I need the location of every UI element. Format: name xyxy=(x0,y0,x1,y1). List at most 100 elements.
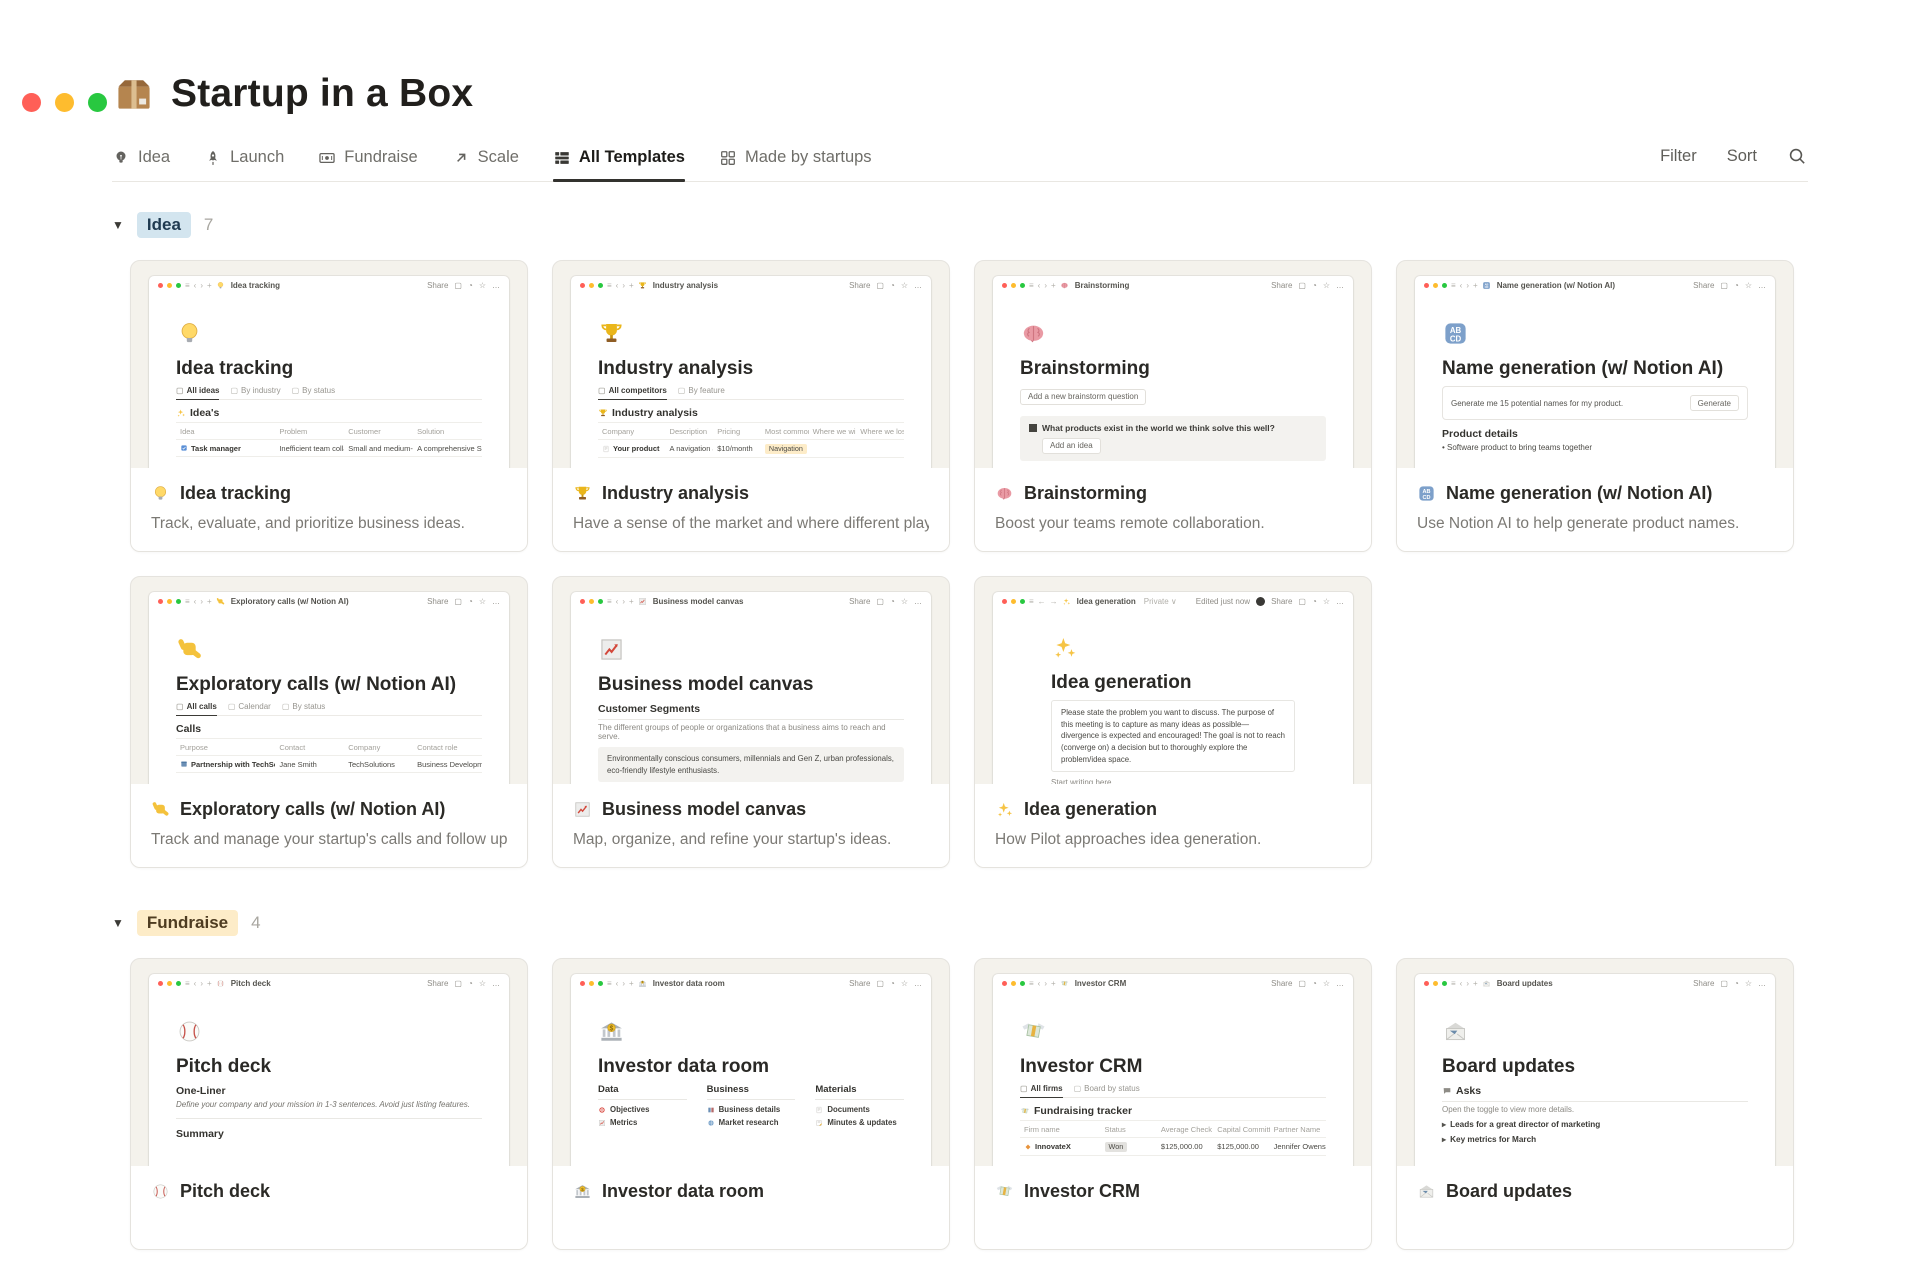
mini-view-tabs: ▢ All competitors ▢ By feature xyxy=(598,386,904,400)
bank-icon: $ xyxy=(638,979,647,988)
mini-text: The different groups of people or organi… xyxy=(598,723,886,741)
arrow-up-right-icon xyxy=(452,149,470,167)
mini-page-icon xyxy=(1442,1018,1748,1050)
mini-chrome-glyph: ‹ xyxy=(1037,280,1041,290)
mini-action-glyph: ◔ xyxy=(1733,280,1739,290)
diamond-icon xyxy=(1024,1143,1032,1151)
section-pill[interactable]: Idea xyxy=(136,212,191,238)
mini-traffic-dot xyxy=(1020,980,1025,986)
mini-heading-text: Product details xyxy=(1442,428,1518,440)
template-card-idea-generation[interactable]: ≡ ← → Idea generation Private ∨ Edited just n… xyxy=(974,576,1372,868)
envelope-icon xyxy=(1482,979,1491,988)
bulb-icon xyxy=(216,281,225,290)
mini-cell-text: Partnership with TechSolutions xyxy=(191,759,275,769)
mini-chrome-glyph: › xyxy=(200,978,204,988)
mini-tab-label: All ideas xyxy=(186,386,220,395)
section-pill[interactable]: Fundraise xyxy=(136,910,239,936)
template-card-name-generation[interactable]: ≡ ‹ › + AB CD Name generation (w/ Notion AI) Sh… xyxy=(1396,260,1794,552)
mini-chrome-glyph: ≡ xyxy=(1451,280,1456,290)
card-footer: Investor CRM xyxy=(975,1166,1371,1249)
template-card-exploratory-calls[interactable]: ≡ ‹ › + Exploratory calls (w/ Notion AI) Shar… xyxy=(130,576,528,868)
mini-traffic-dot xyxy=(589,282,594,288)
tab-all-templates[interactable]: All Templates xyxy=(552,148,686,182)
mini-chrome-glyph: + xyxy=(629,280,634,290)
chart-up-icon xyxy=(598,636,625,663)
minimize-button[interactable] xyxy=(55,93,74,112)
filter-button[interactable]: Filter xyxy=(1660,147,1697,166)
mini-chrome-glyph: › xyxy=(622,280,626,290)
mini-traffic-dot xyxy=(1011,598,1016,604)
tab-scale[interactable]: Scale xyxy=(452,148,519,181)
mini-traffic-dot xyxy=(1433,980,1438,986)
search-icon[interactable] xyxy=(1787,146,1808,167)
tab-fundraise[interactable]: Fundraise xyxy=(318,148,418,181)
mini-window-body: Brainstorming Add a new brainstorm questi… xyxy=(993,294,1353,461)
template-card-investor-crm[interactable]: ≡ ‹ › + Investor CRM Share ▢ ◔ ☆… Investor CRM ▢ Al… xyxy=(974,958,1372,1250)
mini-chrome-glyph: › xyxy=(622,596,626,606)
mini-action-glyph: ◔ xyxy=(889,280,895,290)
mini-callout: Environmentally conscious consumers, mil… xyxy=(598,747,904,783)
mini-table-cell: Won xyxy=(1101,1138,1157,1155)
card-title-text: Exploratory calls (w/ Notion AI) xyxy=(180,799,446,819)
mini-page-title: Idea tracking xyxy=(176,358,294,379)
section-fundraise: ▼ Fundraise 4 ≡ ‹ › + Pitch deck Share ▢ ◔ ☆… Pitch … xyxy=(112,910,1808,1250)
magnifier-icon[interactable] xyxy=(1787,146,1808,167)
mini-table-col-header: Contact role xyxy=(417,742,458,752)
zoom-button[interactable] xyxy=(88,93,107,112)
collapse-triangle-icon[interactable]: ▼ xyxy=(112,916,124,930)
mini-tab-glyph: ▢ xyxy=(227,702,236,711)
mini-action-glyph: ▢ xyxy=(1298,280,1306,290)
brain-icon xyxy=(995,484,1014,503)
template-card-brainstorming[interactable]: ≡ ‹ › + Brainstorming Share ▢ ◔ ☆ … Brainstorming A… xyxy=(974,260,1372,552)
card-preview: ≡ ‹ › + Business model canvas Share ▢ ◔ ☆ … Busine… xyxy=(553,577,949,784)
template-card-business-model-canvas[interactable]: ≡ ‹ › + Business model canvas Share ▢ ◔ ☆ … Busine… xyxy=(552,576,950,868)
card-title: Exploratory calls (w/ Notion AI) xyxy=(151,799,507,820)
mini-chrome-glyph: › xyxy=(1044,280,1048,290)
mini-cell-text: Jennifer Owens xyxy=(1273,1142,1326,1151)
mini-traffic-dot xyxy=(580,980,585,986)
tab-label: Scale xyxy=(477,148,519,166)
mini-traffic-dot xyxy=(176,980,181,986)
mini-column-item-label: Business details xyxy=(718,1105,781,1114)
money-wings-icon xyxy=(1020,1106,1030,1116)
mini-chrome-glyph: › xyxy=(200,280,204,290)
bulb-icon xyxy=(151,484,170,503)
card-title-text: Investor data room xyxy=(602,1181,765,1201)
mini-cell-text: Task manager xyxy=(191,443,241,453)
mini-table-col-header: Description xyxy=(669,426,708,436)
mini-chrome-glyph: ≡ xyxy=(1451,978,1456,988)
template-card-investor-data-room[interactable]: ≡ ‹ › + $ Investor data room Share ▢ ◔ ☆ … $ Investo… xyxy=(552,958,950,1250)
mini-heading-text: Fundraising tracker xyxy=(1034,1105,1133,1117)
template-card-idea-tracking[interactable]: ≡ ‹ › + Idea tracking Share ▢ ◔ ☆ … Idea tracking ▢… xyxy=(130,260,528,552)
mini-table-row: InnovateX Won $125,000.00 $125,000.00 Jennif… xyxy=(1020,1138,1326,1156)
chart-up-icon xyxy=(638,597,647,606)
mini-chrome-glyph: ‹ xyxy=(615,978,619,988)
brain-icon xyxy=(1020,320,1047,347)
svg-text:$: $ xyxy=(581,1187,584,1193)
mini-window-titlebar: ≡ ‹ › + Board updates Share ▢ ◔ ☆… xyxy=(1415,974,1775,992)
square-grid-icon xyxy=(719,149,737,167)
mini-cell-text: A navigation app to help you find your xyxy=(669,444,714,453)
tab-idea[interactable]: Idea xyxy=(112,148,170,181)
mini-heading-text: Calls xyxy=(176,723,202,735)
template-card-board-updates[interactable]: ≡ ‹ › + Board updates Share ▢ ◔ ☆ … Board updates A… xyxy=(1396,958,1794,1250)
mini-question-text: What products exist in the world we thin… xyxy=(1042,422,1275,433)
tab-made-by-startups[interactable]: Made by startups xyxy=(719,148,872,181)
template-card-pitch-deck[interactable]: ≡ ‹ › + Pitch deck Share ▢ ◔ ☆ … Pitch deck One-Lin… xyxy=(130,958,528,1250)
tab-launch[interactable]: Launch xyxy=(204,148,284,181)
close-button[interactable] xyxy=(22,93,41,112)
globe-icon xyxy=(707,1119,715,1127)
mini-traffic-dot xyxy=(598,598,603,604)
call-me-hand-icon xyxy=(176,636,203,663)
mini-table-col-header: Company xyxy=(348,742,381,752)
mini-view-tab: ▢ All calls xyxy=(176,702,217,716)
mini-action-glyph: ☆ xyxy=(900,978,908,988)
collapse-triangle-icon[interactable]: ▼ xyxy=(112,218,124,232)
mini-column-title: Materials xyxy=(815,1084,905,1100)
card-footer: Exploratory calls (w/ Notion AI) Track an… xyxy=(131,784,527,867)
sort-button[interactable]: Sort xyxy=(1727,147,1757,166)
template-card-industry-analysis[interactable]: ≡ ‹ › + Industry analysis Share ▢ ◔ ☆ … Industry a… xyxy=(552,260,950,552)
mini-tab-glyph: ▢ xyxy=(598,386,606,395)
nav-tabs: Idea Launch Fundraise Scale All Templates Mad… xyxy=(112,148,872,182)
mini-action-glyph: ☆ xyxy=(1322,978,1330,988)
